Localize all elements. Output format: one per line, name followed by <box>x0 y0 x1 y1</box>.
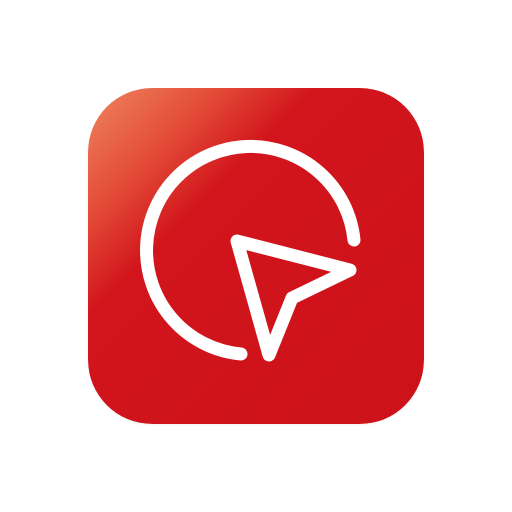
canvas <box>0 0 512 512</box>
app-icon[interactable] <box>88 88 424 424</box>
icon-background <box>88 88 424 424</box>
app-icon-graphic <box>88 88 424 424</box>
